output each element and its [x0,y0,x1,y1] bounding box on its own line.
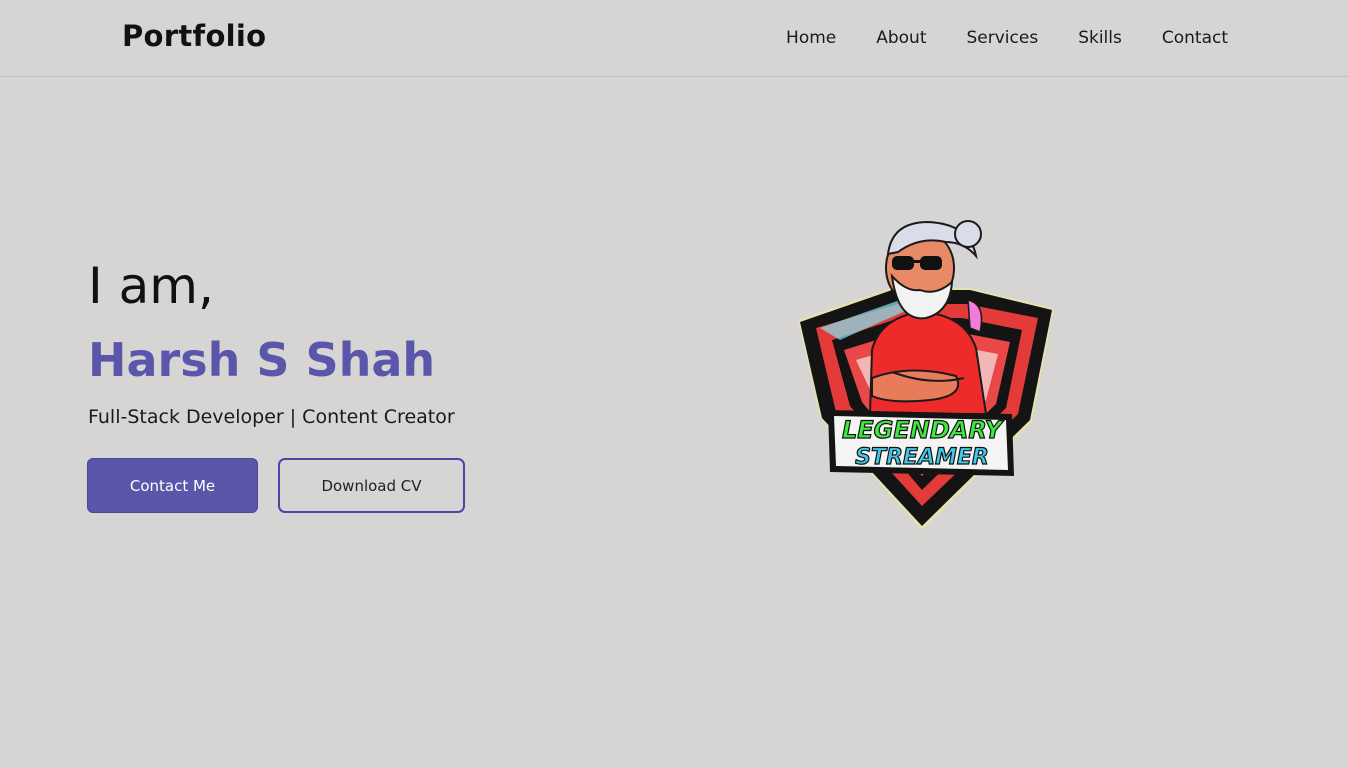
nav-services-link[interactable]: Services [967,28,1039,48]
brand-logo-text[interactable]: Portfolio [122,19,266,53]
streamer-mascot-icon: LEGENDARY STREAMER [798,220,1054,530]
hero-name: Harsh S Shah [88,333,436,387]
nav-contact-link[interactable]: Contact [1162,28,1228,48]
legendary-streamer-logo: LEGENDARY STREAMER [780,200,1080,535]
hero-buttons: Contact Me Download CV [87,458,465,513]
nav-about-link[interactable]: About [876,28,926,48]
logo-line2: STREAMER [855,445,989,470]
hero-intro: I am, Harsh S Shah Full-Stack Developer … [88,255,455,429]
navbar: Portfolio Home About Services Skills Con… [0,0,1348,77]
contact-me-button[interactable]: Contact Me [87,458,258,513]
hero-role: Full-Stack Developer | Content Creator [88,406,455,428]
download-cv-button[interactable]: Download CV [278,458,465,513]
nav-home-link[interactable]: Home [786,28,836,48]
logo-line1: LEGENDARY [842,416,1005,444]
nav-skills-link[interactable]: Skills [1078,28,1122,48]
hero-greeting: I am, [88,257,214,315]
page: Portfolio Home About Services Skills Con… [0,0,1348,768]
main-nav: Home About Services Skills Contact [746,28,1228,48]
